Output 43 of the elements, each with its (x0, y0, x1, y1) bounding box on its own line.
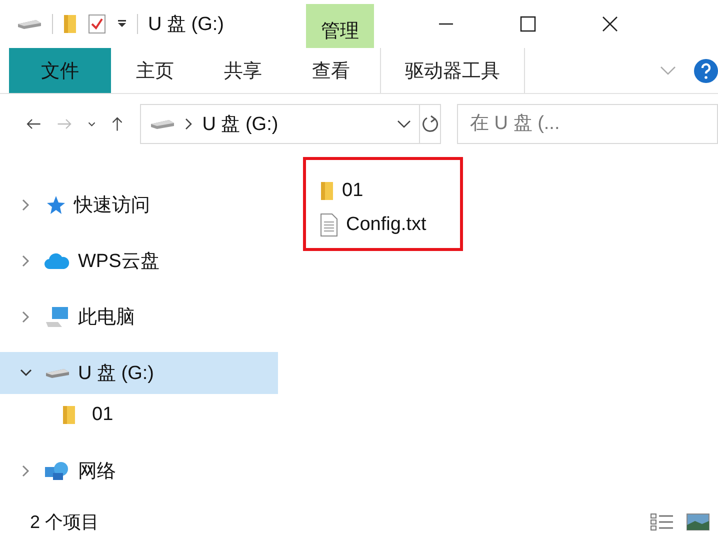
window-title: U 盘 (G:) (148, 13, 224, 37)
help-icon[interactable] (694, 58, 718, 82)
ribbon-tab[interactable]: 共享 (199, 48, 287, 93)
checklist-icon[interactable] (87, 13, 107, 35)
nav-item[interactable]: 网络 (0, 450, 278, 492)
refresh-icon[interactable] (420, 115, 439, 133)
network-icon (44, 461, 70, 481)
chevron-right-icon[interactable] (185, 118, 192, 130)
address-field[interactable]: U 盘 (G:) (140, 104, 420, 144)
cloud-icon (44, 252, 70, 270)
ribbon-tab[interactable]: 驱动器工具 (380, 48, 525, 93)
drive-icon (16, 18, 42, 30)
context-tab-header: 管理 (306, 4, 374, 48)
nav-item[interactable]: 01 (0, 394, 278, 436)
file-item[interactable]: 01 (320, 174, 460, 208)
details-view-icon[interactable] (650, 513, 674, 531)
drive-icon (44, 367, 70, 379)
text-file-icon (320, 213, 338, 237)
chevron-down-icon[interactable] (20, 369, 32, 377)
drive-icon (149, 118, 176, 130)
chevron-down-icon[interactable] (88, 120, 96, 128)
item-count: 2 个项目 (30, 511, 100, 534)
ribbon-tab[interactable]: 文件 (9, 48, 111, 93)
up-arrow-icon[interactable] (112, 114, 122, 134)
nav-item[interactable]: WPS云盘 (0, 240, 278, 282)
nav-item[interactable]: U 盘 (G:) (0, 352, 278, 394)
file-item[interactable]: Config.txt (320, 208, 460, 242)
folder-icon (320, 181, 334, 201)
ribbon-tab[interactable]: 查看 (287, 48, 375, 93)
ribbon-tab[interactable]: 主页 (111, 48, 199, 93)
computer-icon (44, 306, 70, 328)
refresh-button[interactable] (420, 104, 442, 144)
nav-item[interactable]: 快速访问 (0, 184, 278, 226)
nav-item[interactable]: 此电脑 (0, 296, 278, 338)
dropdown-icon[interactable] (117, 19, 127, 29)
search-field[interactable]: 在 U 盘 (... (457, 104, 718, 144)
back-arrow-icon[interactable] (26, 117, 42, 131)
thumbnail-view-icon[interactable] (686, 513, 710, 531)
chevron-down-icon[interactable] (396, 120, 411, 128)
close-icon[interactable] (602, 16, 618, 32)
folder-icon (62, 405, 76, 425)
maximize-icon[interactable] (520, 16, 536, 32)
address-path[interactable]: U 盘 (G:) (202, 111, 278, 137)
